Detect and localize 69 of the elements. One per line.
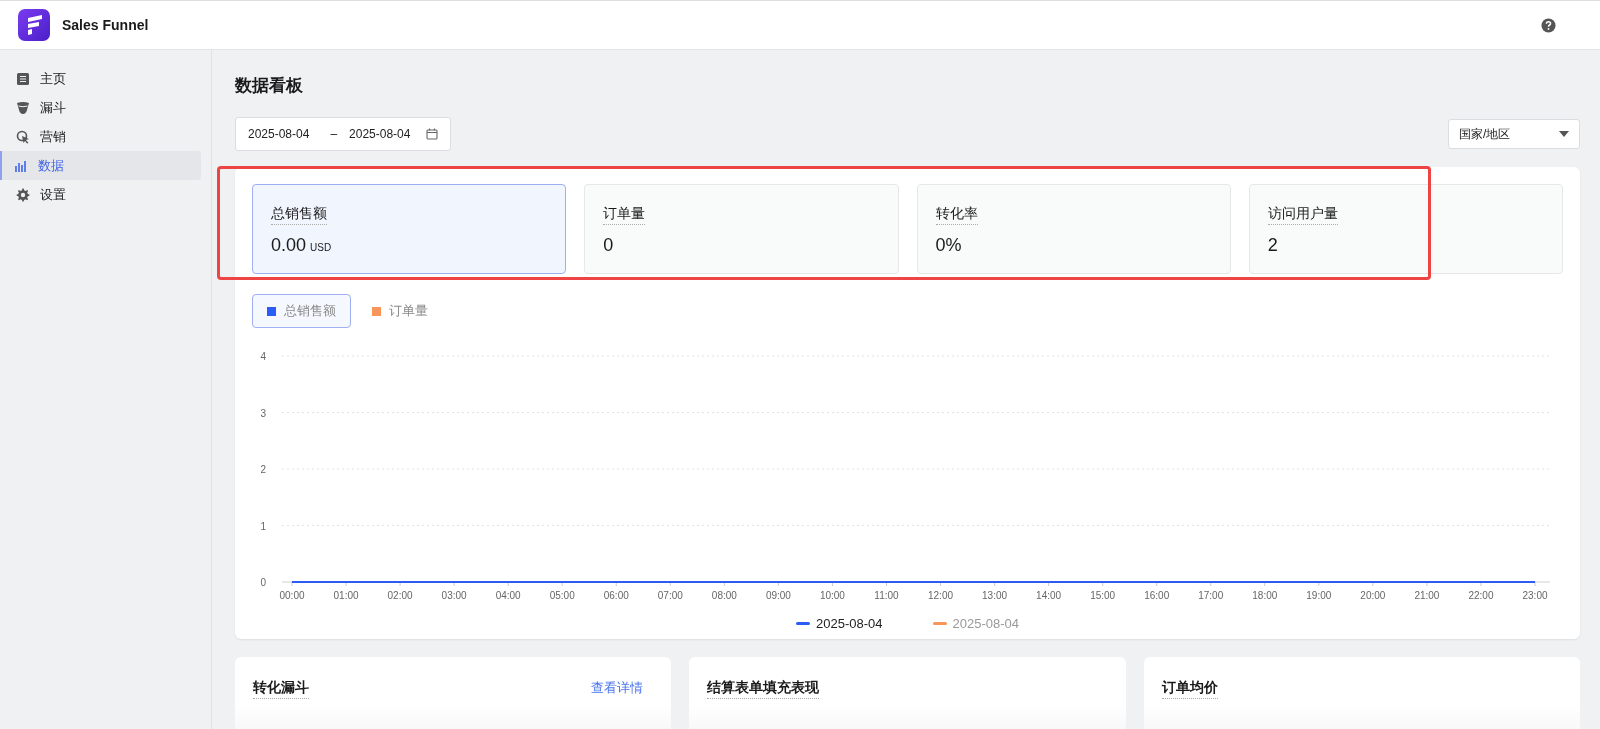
x-tick-label: 01:00 — [333, 590, 359, 601]
metric-tab[interactable]: 总销售额 — [252, 294, 351, 328]
stat-label: 转化率 — [935, 205, 978, 225]
stat-value: 2 — [1267, 235, 1278, 256]
legend-label: 2025-08-04 — [816, 616, 883, 631]
x-tick-label: 23:00 — [1522, 590, 1548, 601]
funnel-icon — [16, 100, 30, 115]
bar-chart-icon — [14, 158, 28, 173]
y-tick-label: 2 — [260, 464, 266, 475]
sidebar-item[interactable]: 数据 — [0, 151, 201, 180]
x-tick-label: 21:00 — [1414, 590, 1440, 601]
stat-card[interactable]: 总销售额 0.00 USD — [252, 184, 567, 274]
page-title: 数据看板 — [235, 75, 304, 97]
sidebar-item[interactable]: 设置 — [5, 180, 201, 209]
stat-label: 访问用户量 — [1267, 205, 1338, 225]
x-tick-label: 00:00 — [279, 590, 305, 601]
pointer-icon — [16, 129, 30, 144]
x-tick-label: 18:00 — [1252, 590, 1278, 601]
stat-value: 0 — [603, 235, 614, 256]
x-tick-label: 04:00 — [495, 590, 521, 601]
y-tick-label: 4 — [260, 351, 266, 362]
stat-value: 0.00 — [271, 235, 307, 256]
x-tick-label: 08:00 — [711, 590, 737, 601]
card-title: 结算表单填充表现 — [707, 679, 820, 699]
sidebar-item[interactable]: 主页 — [5, 64, 201, 93]
metric-tab[interactable]: 订单量 — [357, 294, 443, 328]
details-link[interactable]: 查看详情 — [591, 679, 644, 697]
x-tick-label: 12:00 — [928, 590, 954, 601]
list-icon — [16, 71, 30, 86]
y-tick-label: 0 — [260, 577, 266, 588]
x-tick-label: 03:00 — [441, 590, 467, 601]
stat-card[interactable]: 转化率 0% — [916, 184, 1231, 274]
x-tick-label: 14:00 — [1036, 590, 1062, 601]
app-title: Sales Funnel — [62, 17, 149, 33]
sidebar-item[interactable]: 营销 — [5, 122, 201, 151]
stat-unit: USD — [310, 242, 332, 253]
x-tick-label: 13:00 — [982, 590, 1008, 601]
x-tick-label: 05:00 — [549, 590, 575, 601]
card-title: 转化漏斗 — [253, 679, 309, 699]
caret-down-icon — [1559, 131, 1569, 137]
x-tick-label: 22:00 — [1468, 590, 1494, 601]
y-tick-label: 3 — [260, 407, 266, 419]
sidebar-item[interactable]: 漏斗 — [5, 93, 201, 122]
stat-value: 0% — [935, 235, 962, 256]
x-tick-label: 07:00 — [657, 590, 683, 601]
x-tick-label: 20:00 — [1360, 590, 1386, 601]
region-select[interactable]: 国家/地区 — [1448, 119, 1580, 149]
x-tick-label: 09:00 — [765, 590, 791, 601]
stat-card[interactable]: 订单量 0 — [584, 184, 899, 274]
x-tick-label: 06:00 — [603, 590, 629, 601]
stat-label: 总销售额 — [271, 205, 327, 225]
help-icon[interactable] — [1541, 17, 1556, 33]
x-tick-label: 15:00 — [1090, 590, 1116, 601]
x-tick-label: 11:00 — [874, 590, 899, 601]
legend-label: 2025-08-04 — [952, 616, 1019, 631]
logo-icon — [18, 9, 50, 41]
date-range-field[interactable]: 2025-08-04 – 2025-08-04 — [235, 117, 452, 151]
x-tick-label: 17:00 — [1198, 590, 1224, 601]
legend-item[interactable]: 2025-08-04 — [796, 616, 883, 631]
card-title: 订单均价 — [1161, 679, 1218, 699]
x-tick-label: 19:00 — [1306, 590, 1332, 601]
x-tick-label: 16:00 — [1144, 590, 1170, 601]
settings-icon — [16, 187, 30, 202]
stat-label: 订单量 — [603, 205, 646, 225]
stat-card[interactable]: 访问用户量 2 — [1248, 184, 1563, 274]
y-tick-label: 1 — [260, 520, 266, 532]
x-tick-label: 10:00 — [819, 590, 845, 601]
x-tick-label: 02:00 — [387, 590, 413, 601]
calendar-icon — [426, 128, 439, 140]
